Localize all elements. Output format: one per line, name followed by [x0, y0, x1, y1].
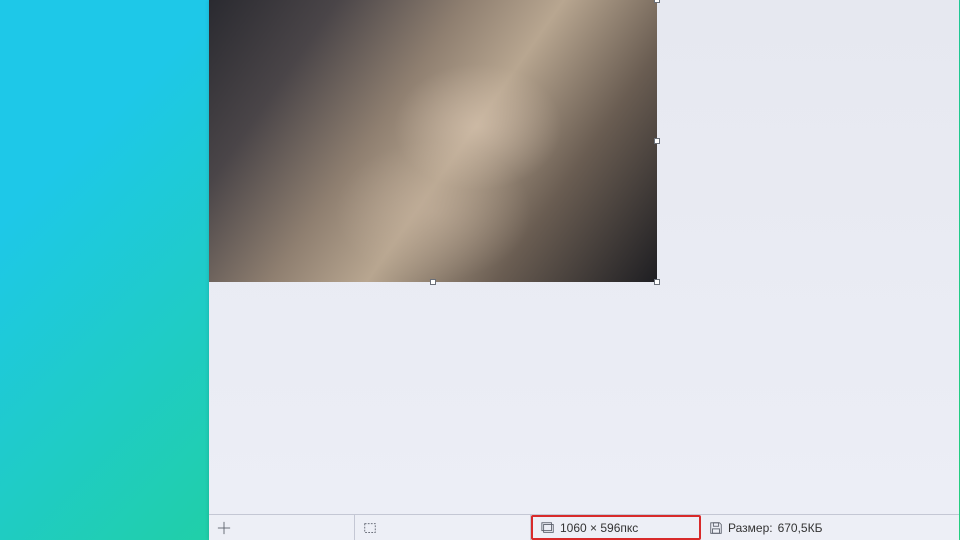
paint-window: 1060 × 596пкс Размер: 670,5КБ	[209, 0, 959, 540]
status-bar: 1060 × 596пкс Размер: 670,5КБ	[209, 514, 959, 540]
status-selection-size	[355, 515, 531, 540]
resize-handle-top-right[interactable]	[654, 0, 660, 3]
resize-handle-bottom-right[interactable]	[654, 279, 660, 285]
resize-handle-middle-right[interactable]	[654, 138, 660, 144]
canvas-image[interactable]	[209, 0, 657, 282]
resize-handle-bottom-center[interactable]	[430, 279, 436, 285]
dimensions-text: 1060 × 596пкс	[560, 521, 638, 535]
disk-icon	[709, 521, 723, 535]
status-file-size: Размер: 670,5КБ	[701, 515, 959, 540]
dimensions-icon	[541, 521, 555, 535]
crosshair-icon	[217, 521, 231, 535]
canvas-area[interactable]	[209, 0, 959, 514]
filesize-label: Размер:	[728, 521, 773, 535]
filesize-value: 670,5КБ	[778, 521, 823, 535]
status-cursor-position	[209, 515, 355, 540]
selection-icon	[363, 521, 377, 535]
status-image-dimensions: 1060 × 596пкс	[531, 515, 701, 540]
